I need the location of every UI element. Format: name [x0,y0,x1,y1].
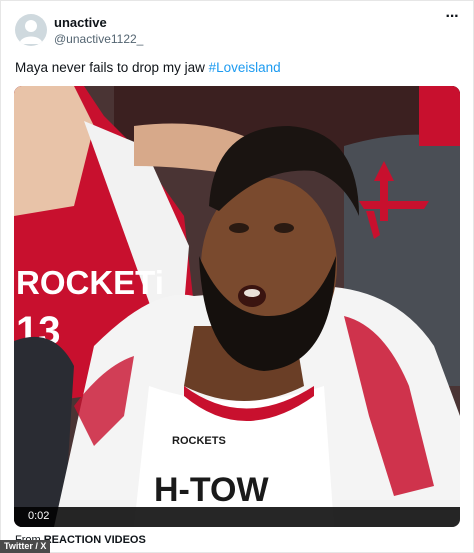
image-credit: Twitter / X [0,540,51,553]
more-options-icon[interactable]: ··· [442,9,462,25]
video-timestamp: 0:02 [28,510,50,522]
video-progress-bar[interactable]: 0:02 [14,507,460,527]
video-frame: ROCKETi 13 ROCKETS H-TOW [14,86,460,527]
hashtag-link[interactable]: #Loveisland [209,60,281,75]
jersey-text-left: ROCKETi [16,264,164,301]
source-name[interactable]: REACTION VIDEOS [44,534,146,546]
jersey-bottom-text: H-TOW [154,471,269,509]
display-name[interactable]: unactive [54,15,107,30]
default-avatar-icon[interactable] [15,14,47,46]
video-player[interactable]: ROCKETi 13 ROCKETS H-TOW 0:02 [14,86,460,527]
tweet-text: Maya never fails to drop my jaw #Loveisl… [15,60,281,75]
jersey-text: ROCKETS [172,435,226,447]
tweet-card: unactive @unactive1122_ ··· Maya never f… [0,0,474,553]
tweet-body: Maya never fails to drop my jaw [15,60,209,75]
user-handle[interactable]: @unactive1122_ [54,32,143,46]
